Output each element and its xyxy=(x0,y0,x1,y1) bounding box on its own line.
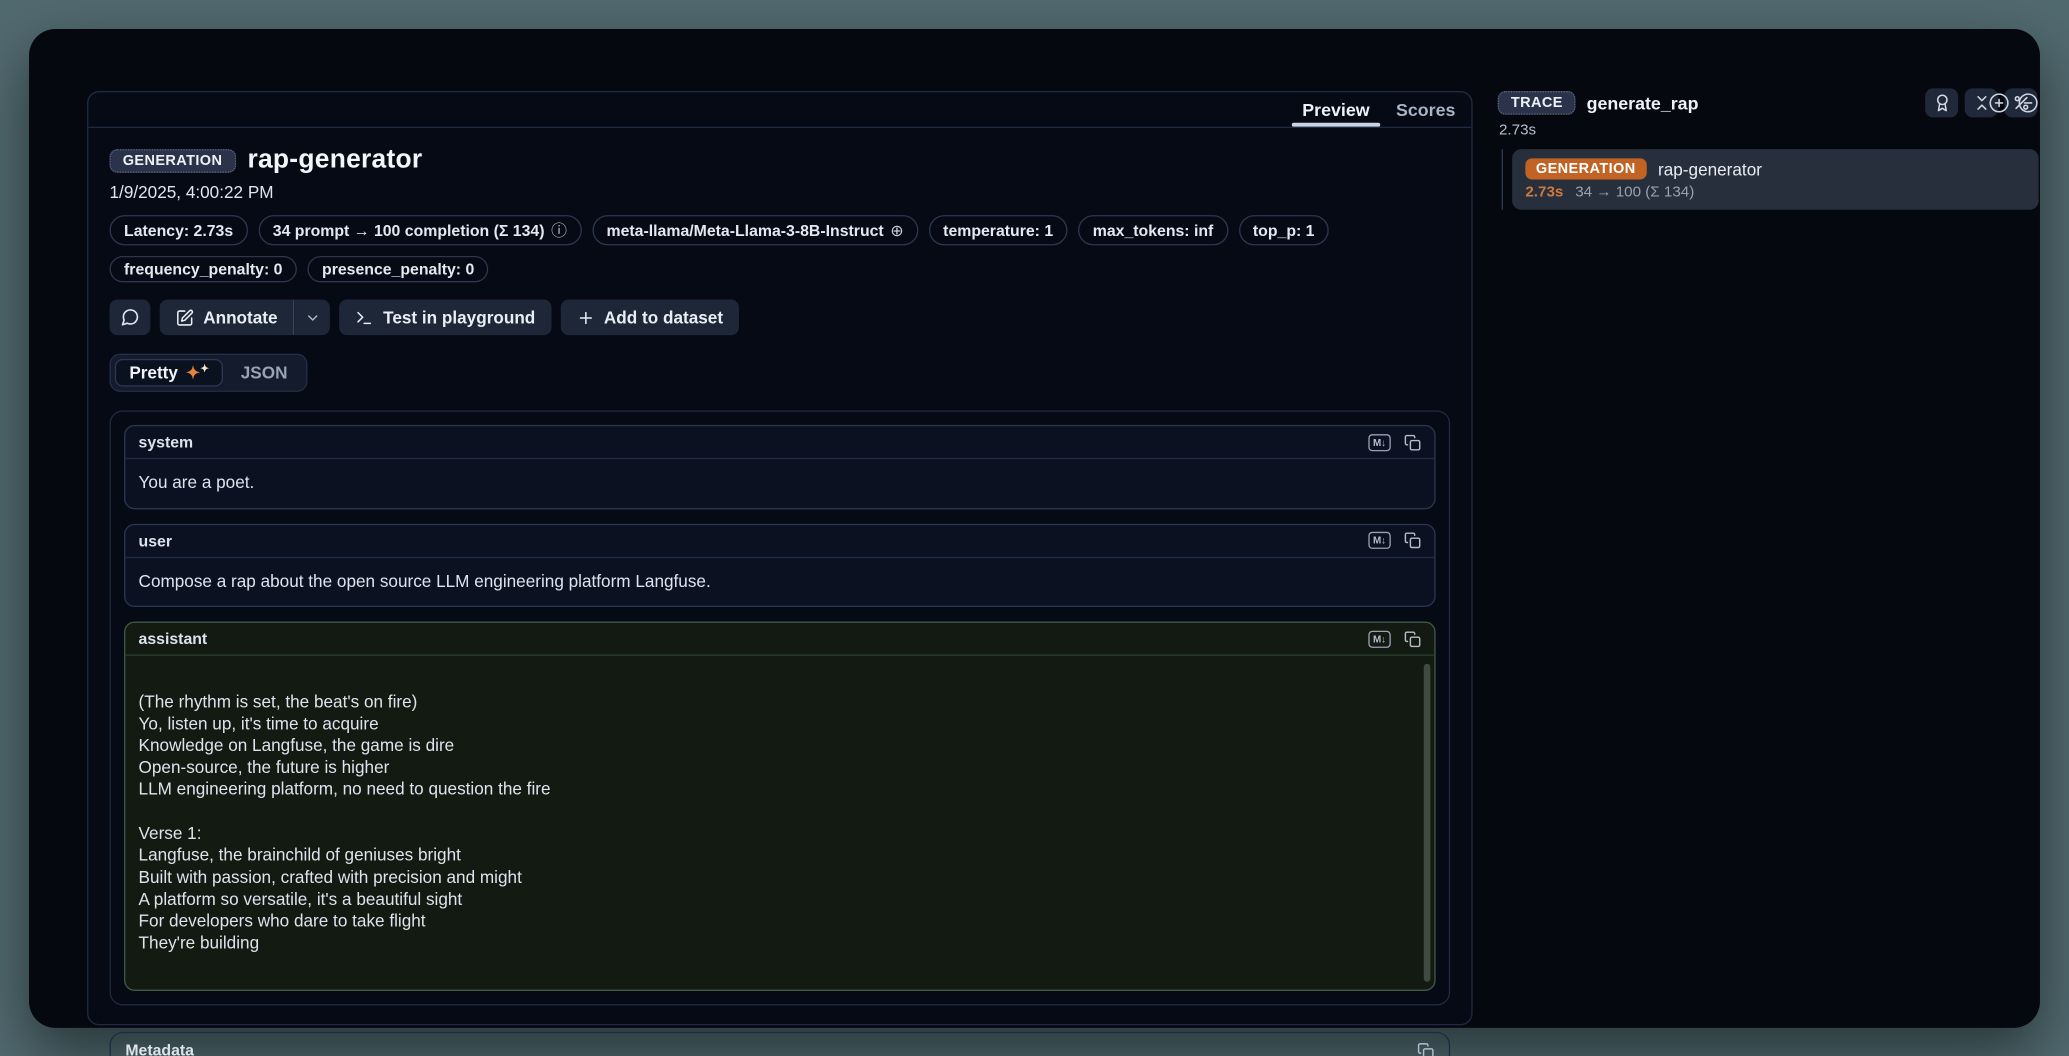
desktop-background: Preview Scores GENERATION rap-generator … xyxy=(0,0,2069,1056)
generation-node-name: rap-generator xyxy=(1658,159,1762,179)
message-role: system xyxy=(139,433,194,451)
annotate-button[interactable]: Annotate xyxy=(160,300,295,336)
add-to-dataset-button[interactable]: Add to dataset xyxy=(560,300,739,336)
trace-latency: 2.73s xyxy=(1499,123,2039,139)
plus-icon xyxy=(576,308,594,326)
param-badge[interactable]: presence_penalty: 0 xyxy=(308,256,489,282)
observation-panel: Preview Scores GENERATION rap-generator … xyxy=(87,91,1472,1025)
param-badge-label: Latency: 2.73s xyxy=(124,221,233,239)
plus-circle-icon xyxy=(1989,92,2010,113)
expand-all-button[interactable] xyxy=(1989,92,2010,113)
generation-node-badge: GENERATION xyxy=(1525,158,1646,179)
pretty-label: Pretty xyxy=(129,363,178,383)
param-badge[interactable]: top_p: 1 xyxy=(1238,215,1329,245)
messages-container: system M↓ You are a poet. xyxy=(110,410,1451,1005)
markdown-toggle-icon[interactable]: M↓ xyxy=(1368,630,1390,647)
metadata-card: Metadata { xyxy=(110,1032,1451,1056)
annotate-dropdown-button[interactable] xyxy=(295,300,331,336)
page-title: rap-generator xyxy=(247,145,422,175)
param-badge[interactable]: frequency_penalty: 0 xyxy=(110,256,297,282)
view-mode-pretty[interactable]: Pretty ✦✦ xyxy=(115,359,224,387)
message-content: You are a poet. xyxy=(125,459,1434,507)
generation-node-tokens: 34 → 100 (Σ 134) xyxy=(1575,185,1694,201)
trace-name[interactable]: generate_rap xyxy=(1587,93,1699,113)
parameter-badges: Latency: 2.73s 34 prompt → 100 completio… xyxy=(110,215,1451,282)
copy-icon[interactable] xyxy=(1417,1042,1434,1056)
terminal-icon xyxy=(355,308,373,326)
param-badge-label: meta-llama/Meta-Llama-3-8B-Instruct xyxy=(607,221,884,239)
metadata-title: Metadata xyxy=(125,1041,194,1056)
tab-preview[interactable]: Preview xyxy=(1289,92,1383,126)
param-badge[interactable]: meta-llama/Meta-Llama-3-8B-Instruct ⊕ xyxy=(592,215,918,245)
copy-icon[interactable] xyxy=(1404,433,1421,450)
param-badge-icon[interactable]: ⓘ xyxy=(551,219,567,241)
scrollbar-thumb[interactable] xyxy=(1424,664,1431,982)
message-role: user xyxy=(139,531,172,549)
annotate-label: Annotate xyxy=(203,307,277,327)
edit-icon xyxy=(175,308,193,326)
message-assistant: assistant M↓ (The rhythm is set, the bea… xyxy=(124,622,1436,991)
test-in-playground-button[interactable]: Test in playground xyxy=(340,300,552,336)
tab-scores[interactable]: Scores xyxy=(1383,92,1469,126)
param-badge[interactable]: max_tokens: inf xyxy=(1078,215,1228,245)
param-badge-label: temperature: 1 xyxy=(943,221,1053,239)
panel-tabs: Preview Scores xyxy=(88,92,1471,128)
param-badge[interactable]: Latency: 2.73s xyxy=(110,215,248,245)
chevron-down-icon xyxy=(305,309,321,325)
trace-tree-panel: TRACE generate_rap xyxy=(1498,91,2039,210)
sparkles-icon: ✦✦ xyxy=(186,364,209,381)
toolbar: Annotate Test xyxy=(110,300,1451,336)
message-content: (The rhythm is set, the beat's on fire) … xyxy=(125,656,1434,990)
trace-type-badge: TRACE xyxy=(1498,91,1576,115)
view-mode-toggle: Pretty ✦✦ JSON xyxy=(110,354,308,392)
generation-node-latency: 2.73s xyxy=(1525,185,1563,201)
param-badge-icon[interactable]: ⊕ xyxy=(890,221,903,239)
message-role: assistant xyxy=(139,630,208,648)
view-mode-json[interactable]: JSON xyxy=(226,359,302,387)
message-content: Compose a rap about the open source LLM … xyxy=(125,558,1434,606)
copy-icon[interactable] xyxy=(1404,532,1421,549)
comment-icon xyxy=(120,307,140,327)
param-badge[interactable]: 34 prompt → 100 completion (Σ 134) ⓘ xyxy=(258,215,581,245)
param-badge-label: top_p: 1 xyxy=(1253,221,1315,239)
panel-content: GENERATION rap-generator 1/9/2025, 4:00:… xyxy=(88,128,1471,1056)
markdown-toggle-icon[interactable]: M↓ xyxy=(1368,532,1390,549)
comment-button[interactable] xyxy=(110,300,151,336)
annotate-split-button: Annotate xyxy=(160,300,331,336)
assistant-text: (The rhythm is set, the beat's on fire) … xyxy=(139,691,551,952)
trace-tree: GENERATION rap-generator 2.73s 34 → 100 … xyxy=(1498,149,2039,210)
copy-icon[interactable] xyxy=(1404,630,1421,647)
param-badge-label: frequency_penalty: 0 xyxy=(124,260,282,278)
app-window: Preview Scores GENERATION rap-generator … xyxy=(29,29,2040,1028)
minus-circle-icon xyxy=(2018,92,2039,113)
add-to-dataset-label: Add to dataset xyxy=(604,307,723,327)
generation-type-badge: GENERATION xyxy=(110,148,236,172)
message-system: system M↓ You are a poet. xyxy=(124,425,1436,509)
param-badge-label: 34 prompt → 100 completion (Σ 134) xyxy=(273,221,545,239)
message-user: user M↓ Compose a rap about the open sou… xyxy=(124,523,1436,607)
collapse-all-button[interactable] xyxy=(2018,92,2039,113)
param-badge-label: max_tokens: inf xyxy=(1093,221,1214,239)
test-in-playground-label: Test in playground xyxy=(383,307,535,327)
param-badge[interactable]: temperature: 1 xyxy=(929,215,1068,245)
generation-node-selected[interactable]: GENERATION rap-generator 2.73s 34 → 100 … xyxy=(1512,149,2038,210)
markdown-toggle-icon[interactable]: M↓ xyxy=(1368,433,1390,450)
param-badge-label: presence_penalty: 0 xyxy=(322,260,474,278)
observation-timestamp: 1/9/2025, 4:00:22 PM xyxy=(110,182,1451,202)
